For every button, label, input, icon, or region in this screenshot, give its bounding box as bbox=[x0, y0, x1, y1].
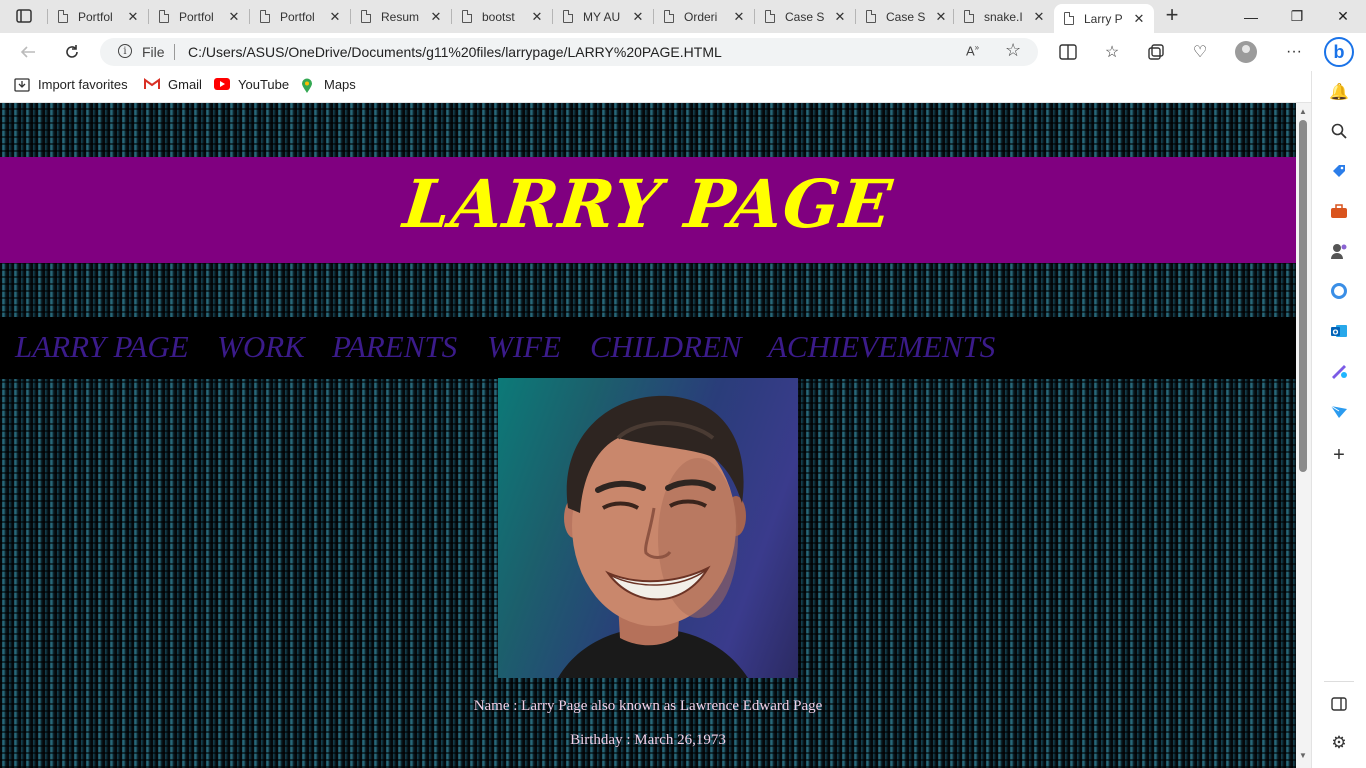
larry-page-portrait bbox=[498, 378, 798, 678]
close-tab-icon[interactable]: ✕ bbox=[1032, 9, 1046, 25]
refresh-button[interactable] bbox=[59, 40, 85, 64]
read-aloud-icon[interactable]: A» bbox=[966, 43, 979, 58]
collections-icon[interactable] bbox=[1145, 41, 1167, 63]
browser-tab[interactable]: snake.I ✕ bbox=[954, 4, 1046, 29]
page-viewport: LARRY PAGE LARRY PAGE WORK PARENTS WIFE … bbox=[0, 103, 1296, 768]
page-icon bbox=[664, 10, 674, 23]
url-scheme: File bbox=[142, 44, 165, 60]
shopping-tag-icon[interactable] bbox=[1329, 161, 1349, 181]
site-info-icon[interactable]: i bbox=[118, 44, 132, 58]
menu-link-parents[interactable]: PARENTS bbox=[332, 329, 457, 365]
add-favorite-star-icon[interactable]: ☆ bbox=[1005, 40, 1021, 61]
info-name: Name : Larry Page also known as Lawrence… bbox=[473, 698, 823, 714]
page-icon bbox=[462, 10, 472, 23]
browser-tab[interactable]: Case S ✕ bbox=[755, 4, 847, 29]
page-icon bbox=[58, 10, 68, 23]
browser-tab[interactable]: MY AU ✕ bbox=[553, 4, 645, 29]
scroll-down-arrow-icon[interactable]: ▼ bbox=[1299, 751, 1307, 760]
favorite-maps[interactable]: Maps bbox=[300, 77, 356, 93]
import-icon bbox=[14, 77, 30, 92]
close-tab-icon[interactable]: ✕ bbox=[429, 9, 443, 25]
browser-tab[interactable]: Case S ✕ bbox=[856, 4, 948, 29]
favorite-import[interactable]: Import favorites bbox=[14, 77, 128, 92]
browser-tab[interactable]: bootst ✕ bbox=[452, 4, 544, 29]
scrollbar-thumb[interactable] bbox=[1299, 120, 1307, 472]
new-tab-button[interactable]: + bbox=[1160, 4, 1184, 27]
split-screen-icon[interactable] bbox=[1057, 41, 1079, 63]
close-tab-icon[interactable]: ✕ bbox=[732, 9, 746, 25]
page-icon bbox=[866, 10, 876, 23]
page-title: LARRY PAGE bbox=[399, 165, 897, 243]
outlook-icon[interactable]: O bbox=[1329, 321, 1349, 341]
browser-tab-active[interactable]: Larry P ✕ bbox=[1054, 4, 1154, 33]
maps-icon bbox=[300, 78, 316, 93]
close-tab-icon[interactable]: ✕ bbox=[934, 9, 948, 25]
back-button[interactable] bbox=[15, 40, 41, 64]
bell-icon[interactable]: 🔔 bbox=[1329, 82, 1349, 102]
page-icon bbox=[361, 10, 371, 23]
scroll-up-arrow-icon[interactable]: ▲ bbox=[1299, 107, 1307, 116]
close-tab-icon[interactable]: ✕ bbox=[1132, 11, 1146, 27]
title-banner: LARRY PAGE bbox=[0, 157, 1296, 263]
copilot-bing-icon[interactable]: b bbox=[1324, 37, 1354, 67]
favorites-icon[interactable]: ☆ bbox=[1101, 41, 1123, 63]
youtube-icon bbox=[214, 77, 230, 92]
profile-avatar[interactable] bbox=[1235, 41, 1257, 63]
address-toolbar: i File C:/Users/ASUS/OneDrive/Documents/… bbox=[0, 33, 1366, 71]
favorites-bar: Import favorites Gmail YouTube Maps bbox=[0, 71, 1366, 103]
url-text[interactable]: C:/Users/ASUS/OneDrive/Documents/g11%20f… bbox=[188, 44, 722, 60]
games-icon[interactable] bbox=[1329, 241, 1349, 261]
browser-tab[interactable]: Portfol ✕ bbox=[149, 4, 241, 29]
designer-icon[interactable] bbox=[1329, 361, 1349, 381]
close-tab-icon[interactable]: ✕ bbox=[631, 9, 645, 25]
page-icon bbox=[765, 10, 775, 23]
back-arrow-icon bbox=[20, 46, 35, 58]
browser-tab[interactable]: Portfol ✕ bbox=[250, 4, 342, 29]
tab-strip: Portfol ✕ Portfol ✕ Portfol ✕ Resum ✕ bootst… bbox=[0, 0, 1366, 33]
close-tab-icon[interactable]: ✕ bbox=[530, 9, 544, 25]
browser-tab[interactable]: Portfol ✕ bbox=[48, 4, 140, 29]
send-icon[interactable] bbox=[1329, 401, 1349, 421]
page-icon bbox=[563, 10, 573, 23]
close-tab-icon[interactable]: ✕ bbox=[126, 9, 140, 25]
sidebar-toggle-icon[interactable] bbox=[1329, 694, 1349, 714]
tab-actions-button[interactable] bbox=[8, 5, 40, 27]
page-icon bbox=[260, 10, 270, 23]
close-tab-icon[interactable]: ✕ bbox=[833, 9, 847, 25]
refresh-icon bbox=[66, 45, 78, 58]
edge-sidebar: 🔔 O + ⚙ bbox=[1311, 71, 1366, 768]
address-bar[interactable]: i File C:/Users/ASUS/OneDrive/Documents/… bbox=[100, 38, 1038, 66]
page-icon bbox=[159, 10, 169, 23]
page-icon bbox=[1064, 12, 1074, 25]
gmail-icon bbox=[144, 77, 160, 92]
favorite-youtube[interactable]: YouTube bbox=[214, 77, 289, 92]
info-birthday: Birthday : March 26,1973 bbox=[570, 732, 726, 748]
menu-link-achievements[interactable]: ACHIEVEMENTS bbox=[768, 329, 995, 365]
settings-icon[interactable]: ⚙ bbox=[1329, 733, 1349, 753]
more-menu-icon[interactable]: ··· bbox=[1283, 41, 1305, 63]
browser-tab[interactable]: Resum ✕ bbox=[351, 4, 443, 29]
main-menu: LARRY PAGE WORK PARENTS WIFE CHILDREN AC… bbox=[0, 317, 1296, 379]
add-icon[interactable]: + bbox=[1329, 444, 1349, 466]
menu-link-children[interactable]: CHILDREN bbox=[590, 329, 742, 365]
menu-link-wife[interactable]: WIFE bbox=[487, 329, 561, 365]
search-icon[interactable] bbox=[1329, 121, 1349, 141]
close-tab-icon[interactable]: ✕ bbox=[227, 9, 241, 25]
svg-text:O: O bbox=[1333, 329, 1339, 337]
restore-button[interactable]: ❐ bbox=[1274, 0, 1320, 33]
menu-link-work[interactable]: WORK bbox=[217, 329, 305, 365]
favorite-gmail[interactable]: Gmail bbox=[144, 77, 202, 92]
minimize-button[interactable]: — bbox=[1228, 0, 1274, 33]
close-tab-icon[interactable]: ✕ bbox=[328, 9, 342, 25]
close-window-button[interactable]: ✕ bbox=[1320, 0, 1366, 33]
menu-link-larry-page[interactable]: LARRY PAGE bbox=[15, 329, 189, 365]
browser-tab[interactable]: Orderi ✕ bbox=[654, 4, 746, 29]
office-icon[interactable] bbox=[1329, 281, 1349, 301]
toolbox-icon[interactable] bbox=[1329, 201, 1349, 221]
page-icon bbox=[964, 10, 974, 23]
page-scrollbar[interactable]: ▲ ▼ bbox=[1296, 103, 1311, 768]
tab-actions-icon bbox=[16, 9, 32, 23]
browser-essentials-icon[interactable]: ♡ bbox=[1189, 41, 1211, 63]
